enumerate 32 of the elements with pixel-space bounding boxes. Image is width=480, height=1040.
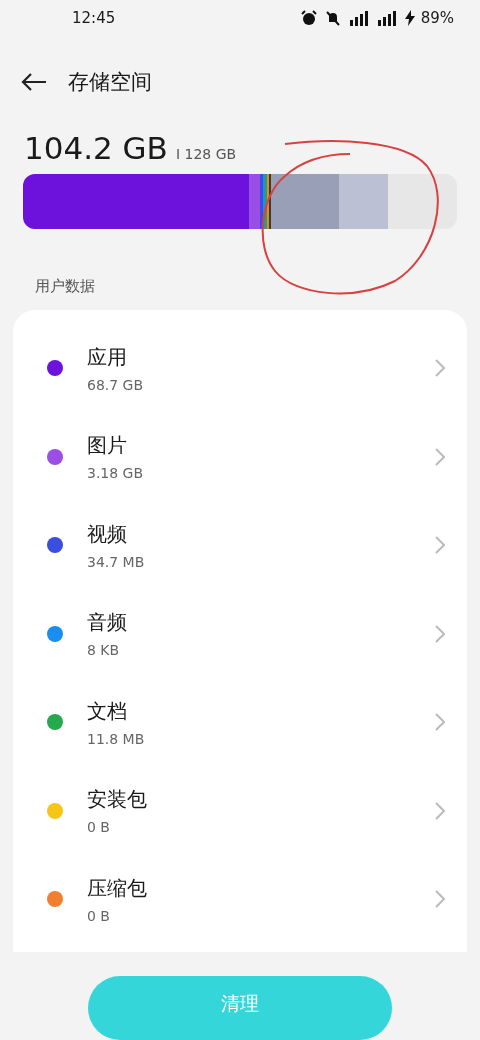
category-name[interactable]: 图片 bbox=[87, 432, 435, 460]
section-label: 用户数据 bbox=[34, 277, 96, 296]
signal-icon bbox=[376, 10, 399, 26]
category-name[interactable]: 文档 bbox=[87, 697, 435, 725]
category-size: 68.7 GB bbox=[87, 376, 145, 393]
category-name[interactable]: 压缩包 bbox=[87, 874, 435, 902]
back-icon[interactable] bbox=[20, 72, 48, 92]
category-name[interactable]: 安装包 bbox=[87, 786, 435, 814]
category-size: 0 B bbox=[87, 819, 111, 836]
category-name[interactable]: 音频 bbox=[87, 609, 435, 637]
page-title: 存储空间 bbox=[68, 69, 152, 96]
category-size: 8 KB bbox=[87, 642, 121, 659]
chevron-icon[interactable] bbox=[435, 624, 445, 643]
category-size: 11.8 MB bbox=[87, 730, 146, 747]
status-time: 12:45 bbox=[72, 9, 117, 27]
category-size: 3.18 GB bbox=[87, 465, 145, 482]
charging-icon bbox=[404, 10, 415, 26]
category-name[interactable]: 视频 bbox=[87, 520, 435, 548]
signal-icon bbox=[348, 10, 371, 26]
battery-level: 89% bbox=[420, 9, 454, 27]
category-size: 0 B bbox=[87, 907, 111, 924]
chevron-icon[interactable] bbox=[435, 447, 445, 466]
category-size: 34.7 MB bbox=[87, 553, 146, 570]
chevron-icon[interactable] bbox=[435, 801, 445, 820]
chevron-icon[interactable] bbox=[435, 359, 445, 378]
alarm-icon bbox=[300, 10, 317, 26]
chevron-icon[interactable] bbox=[435, 536, 445, 555]
category-name[interactable]: 应用 bbox=[87, 343, 435, 371]
total-storage: I 128 GB bbox=[175, 146, 237, 162]
used-storage: 104.2 GB bbox=[24, 130, 168, 166]
chevron-icon[interactable] bbox=[435, 890, 445, 909]
chevron-icon[interactable] bbox=[435, 713, 445, 732]
